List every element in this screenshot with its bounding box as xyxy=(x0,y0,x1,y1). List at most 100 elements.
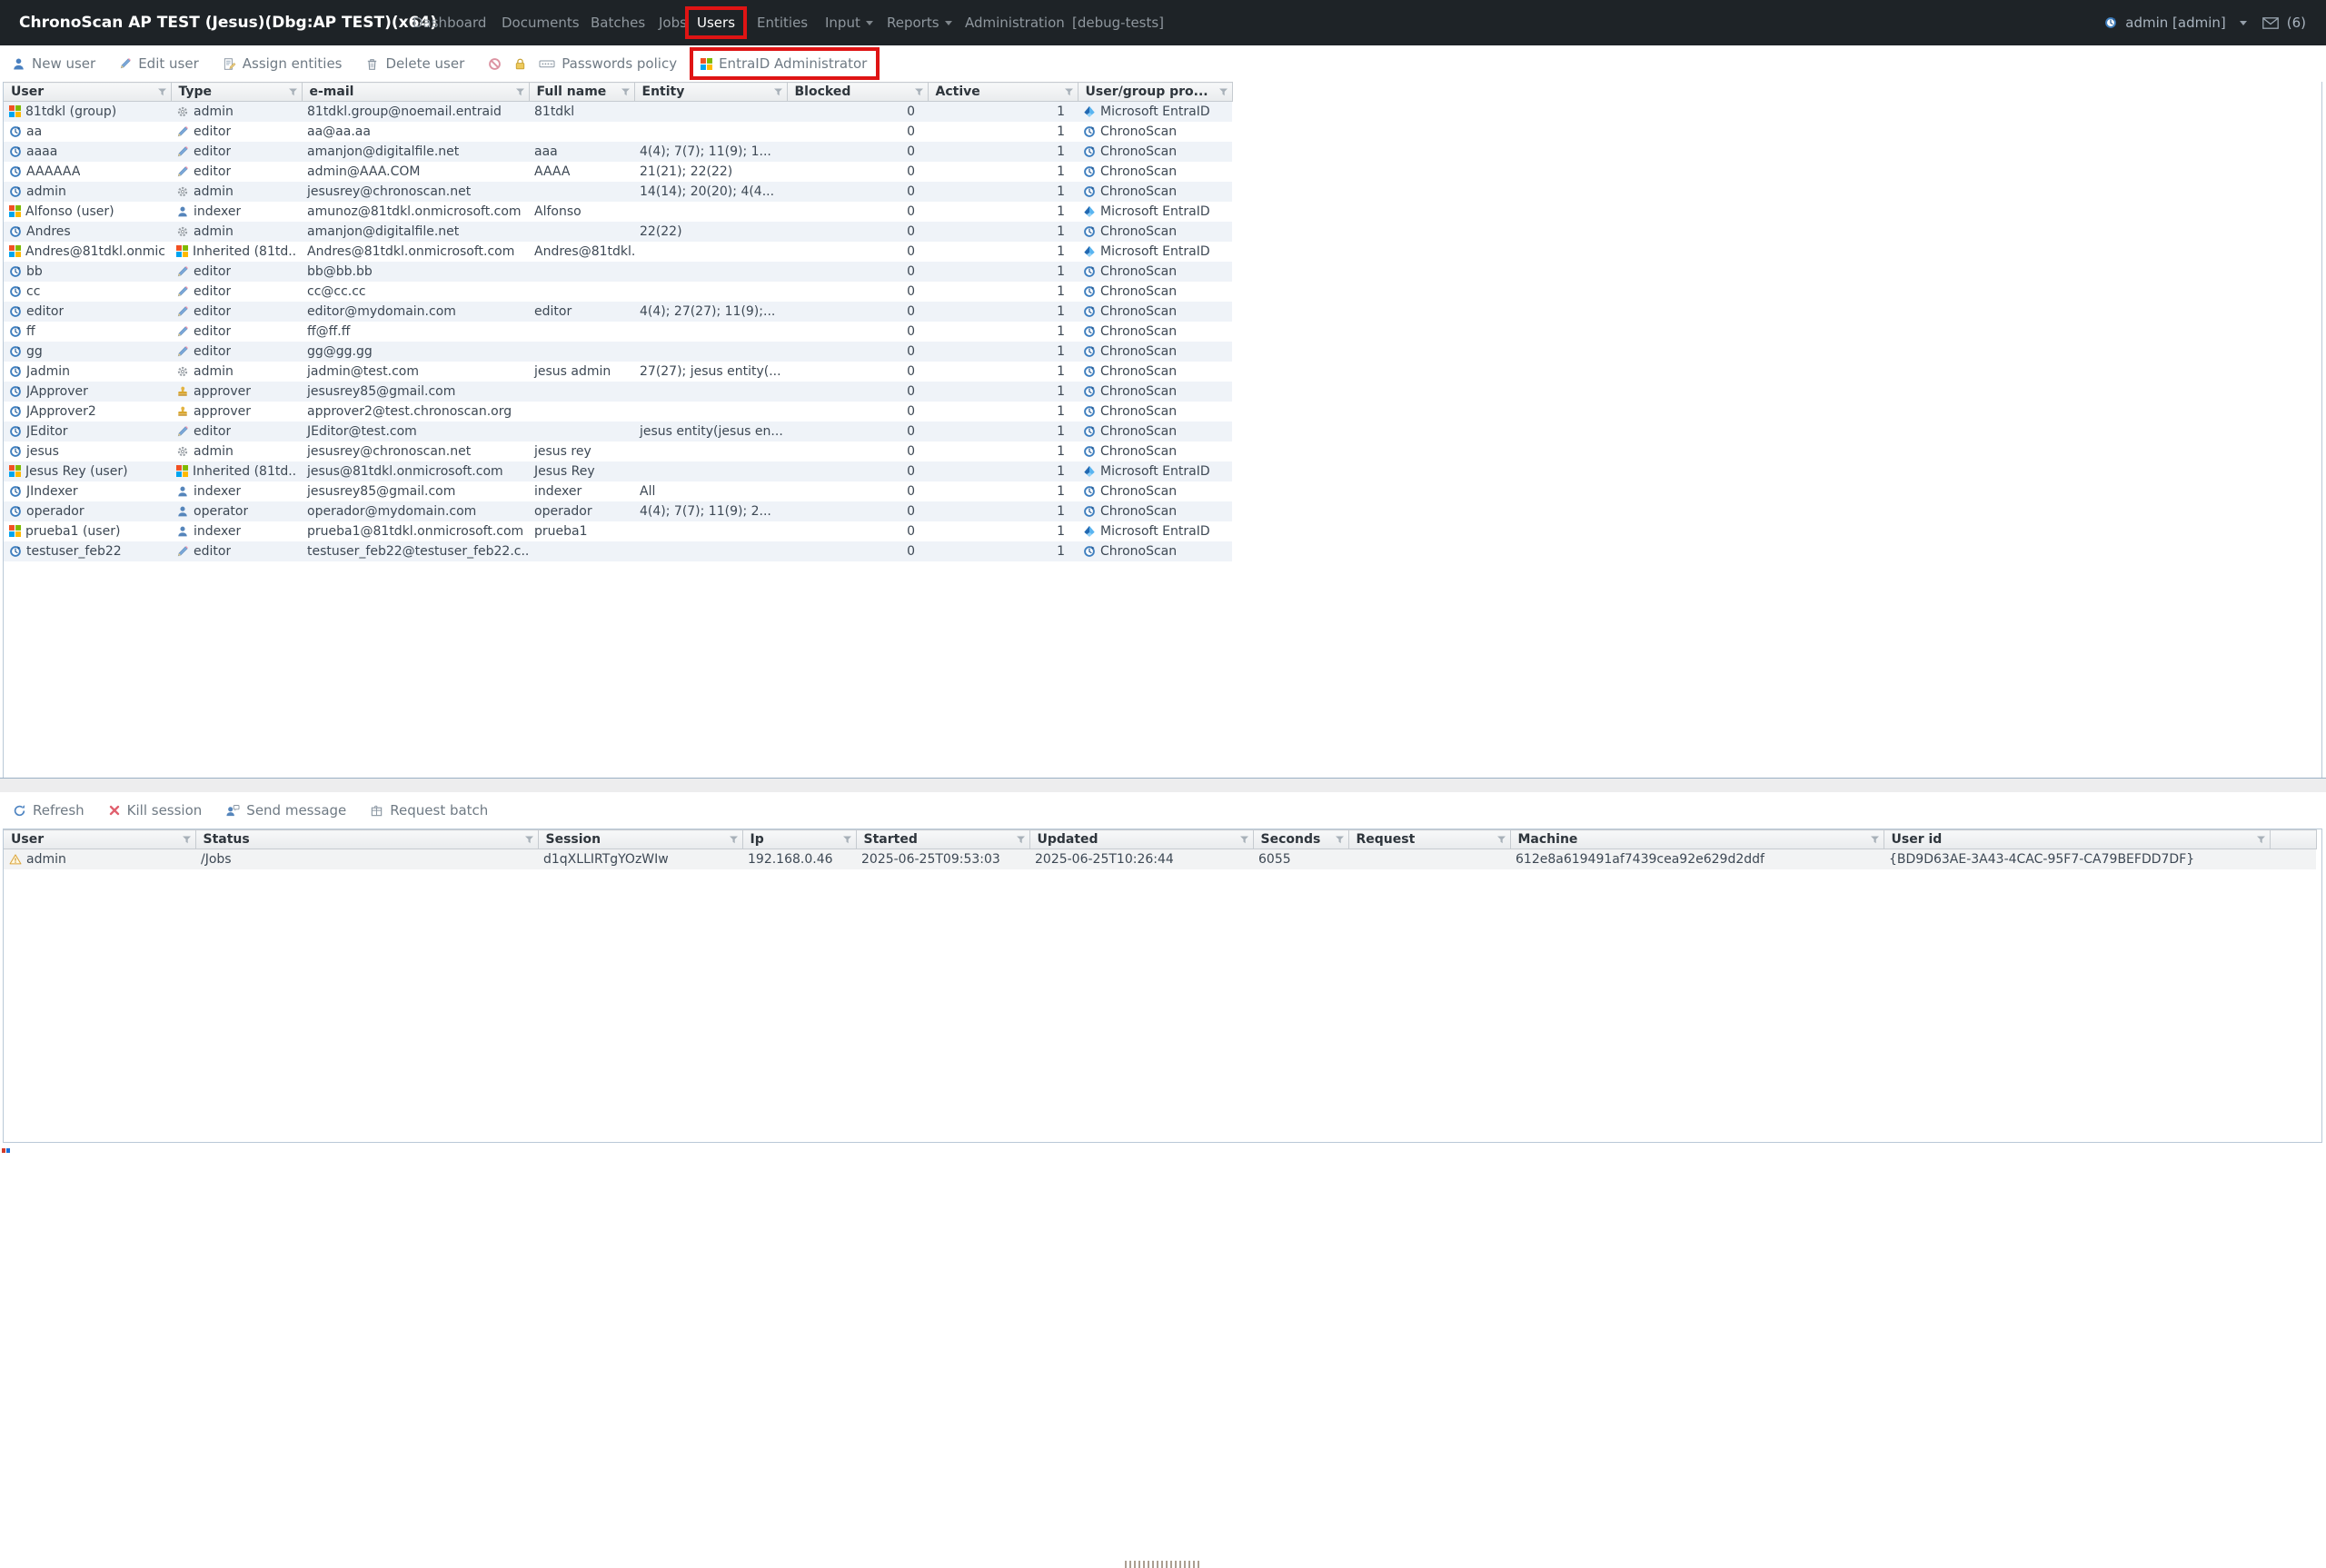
nav-item-reports[interactable]: Reports xyxy=(887,0,952,45)
user-menu[interactable]: admin [admin] xyxy=(2125,15,2225,31)
cs-icon xyxy=(9,345,22,358)
nav-item-entities[interactable]: Entities xyxy=(757,0,808,45)
nav-item-users[interactable]: Users xyxy=(685,0,748,45)
user-row[interactable]: Jesus Rey (user) Inherited (81td... jesus@… xyxy=(4,461,1232,481)
column-header-blocked[interactable]: Blocked xyxy=(787,82,929,102)
user-row[interactable]: testuser_feb22 editor testuser_feb22@testu… xyxy=(4,541,1232,561)
cell: jesusrey85@gmail.com xyxy=(302,381,529,402)
column-header-machine[interactable]: Machine xyxy=(1510,829,1884,849)
column-header-ip[interactable]: Ip xyxy=(742,829,857,849)
block-button[interactable] xyxy=(488,57,502,71)
nav-item-documents[interactable]: Documents xyxy=(502,0,580,45)
column-header-updated[interactable]: Updated xyxy=(1029,829,1254,849)
column-header-status[interactable]: Status xyxy=(195,829,539,849)
new-user-button[interactable]: New user xyxy=(12,55,95,72)
filter-icon[interactable] xyxy=(157,88,167,96)
nav-item-label: Dashboard xyxy=(413,15,487,31)
cell-label: editor xyxy=(194,323,232,339)
column-header-started[interactable]: Started xyxy=(856,829,1030,849)
nav-item-input[interactable]: Input xyxy=(825,0,873,45)
filter-icon[interactable] xyxy=(515,88,525,96)
user-row[interactable]: jesus admin jesusrey@chronoscan.net jesus r… xyxy=(4,442,1232,461)
filter-icon[interactable] xyxy=(2256,836,2266,844)
lock-button[interactable] xyxy=(513,57,527,71)
user-row[interactable]: AAAAAA editor admin@AAA.COM AAAA 21(21); 22(… xyxy=(4,162,1232,182)
kill-session-button[interactable]: Kill session xyxy=(108,802,202,819)
cell xyxy=(529,221,634,242)
filter-icon[interactable] xyxy=(729,836,739,844)
user-row[interactable]: aa editor aa@aa.aa 0 1 ChronoScan xyxy=(4,122,1232,142)
column-header-user[interactable]: User xyxy=(4,82,172,102)
filter-icon[interactable] xyxy=(524,836,534,844)
user-row[interactable]: editor editor editor@mydomain.com editor 4(4… xyxy=(4,301,1232,322)
user-row[interactable]: Jadmin admin jadmin@test.com jesus admin 27(… xyxy=(4,362,1232,382)
user-row[interactable]: cc editor cc@cc.cc 0 1 ChronoScan xyxy=(4,282,1232,302)
passwords-policy-button[interactable]: Passwords policy xyxy=(539,55,677,72)
filter-icon[interactable] xyxy=(1870,836,1880,844)
column-header-type[interactable]: Type xyxy=(171,82,303,102)
filter-icon[interactable] xyxy=(288,88,298,96)
edit-user-button[interactable]: Edit user xyxy=(119,55,199,72)
filter-icon[interactable] xyxy=(1064,88,1074,96)
filter-icon[interactable] xyxy=(914,88,924,96)
cs-icon xyxy=(1083,345,1096,358)
assign-entities-button[interactable]: Assign entities xyxy=(223,55,342,72)
filter-icon[interactable] xyxy=(621,88,631,96)
user-row[interactable]: JIndexer indexer jesusrey85@gmail.com index… xyxy=(4,481,1232,501)
filter-icon[interactable] xyxy=(1218,88,1228,96)
cs-icon xyxy=(9,185,22,198)
nav-item-administration[interactable]: Administration xyxy=(965,0,1065,45)
nav-item-debug-tests[interactable]: [debug-tests] xyxy=(1072,0,1164,45)
filter-icon[interactable] xyxy=(842,836,852,844)
user-row[interactable]: ff editor ff@ff.ff 0 1 ChronoScan xyxy=(4,322,1232,342)
column-header-full-name[interactable]: Full name xyxy=(529,82,635,102)
column-header-seconds[interactable]: Seconds xyxy=(1253,829,1349,849)
user-row[interactable]: JApprover2 approver approver2@test.chronos… xyxy=(4,402,1232,422)
filter-icon[interactable] xyxy=(182,836,192,844)
cell: 0 xyxy=(787,101,928,122)
delete-user-button[interactable]: Delete user xyxy=(365,55,464,72)
user-row[interactable]: 81tdkl (group) admin 81tdkl.group@noemail.… xyxy=(4,101,1232,122)
user-row[interactable]: bb editor bb@bb.bb 0 1 ChronoScan xyxy=(4,261,1232,282)
filter-icon[interactable] xyxy=(1239,836,1249,844)
message-count[interactable]: (6) xyxy=(2287,15,2306,31)
user-row[interactable]: admin admin jesusrey@chronoscan.net 14(14);… xyxy=(4,181,1232,202)
user-row[interactable]: operador operator operador@mydomain.com ope… xyxy=(4,501,1232,521)
session-row[interactable]: admin/Jobs d1qXLLIRTgYOzWIw 192.168.0.46 20… xyxy=(4,849,2316,869)
user-row[interactable]: JEditor editor JEditor@test.com jesus entit… xyxy=(4,421,1232,442)
cell: approver xyxy=(171,381,302,402)
request-batch-button[interactable]: Request batch xyxy=(370,802,488,819)
splitter-handle[interactable] xyxy=(0,779,2326,1568)
column-header-session[interactable]: Session xyxy=(538,829,743,849)
cell-label: approver xyxy=(194,383,252,399)
cell: JApprover xyxy=(4,381,171,402)
filter-icon[interactable] xyxy=(1335,836,1345,844)
envelope-icon[interactable] xyxy=(2261,16,2279,29)
nav-item-jobs[interactable]: Jobs xyxy=(659,0,687,45)
send-message-button[interactable]: Send message xyxy=(225,802,346,819)
nav-item-dashboard[interactable]: Dashboard xyxy=(413,0,486,45)
column-header-active[interactable]: Active xyxy=(928,82,1079,102)
cell: JEditor@test.com xyxy=(302,421,529,442)
column-header-user-id[interactable]: User id xyxy=(1884,829,2271,849)
column-header-user[interactable]: User xyxy=(4,829,196,849)
refresh-button[interactable]: Refresh xyxy=(13,802,84,819)
nav-item-batches[interactable]: Batches xyxy=(591,0,645,45)
chevron-down-icon[interactable] xyxy=(2239,20,2247,25)
column-header-e-mail[interactable]: e-mail xyxy=(302,82,530,102)
user-row[interactable]: Andres admin amanjon@digitalfile.net 22(22)… xyxy=(4,221,1232,242)
user-row[interactable]: Andres@81tdkl.onmic... Inherited (81td...… xyxy=(4,242,1232,262)
column-header-user-group-pro-[interactable]: User/group pro... xyxy=(1078,82,1233,102)
user-row[interactable]: Alfonso (user) indexer amunoz@81tdkl.onmic… xyxy=(4,202,1232,222)
entraid-administrator-button[interactable]: EntraID Administrator xyxy=(690,47,880,80)
type-cell: editor xyxy=(176,264,296,279)
filter-icon[interactable] xyxy=(1016,836,1026,844)
column-header-request[interactable]: Request xyxy=(1348,829,1511,849)
user-row[interactable]: JApprover approver jesusrey85@gmail.com 0 1 C… xyxy=(4,381,1232,402)
user-row[interactable]: gg editor gg@gg.gg 0 1 ChronoScan xyxy=(4,341,1232,362)
user-row[interactable]: aaaa editor amanjon@digitalfile.net aaa 4(4)… xyxy=(4,141,1232,162)
filter-icon[interactable] xyxy=(773,88,783,96)
filter-icon[interactable] xyxy=(1496,836,1506,844)
user-row[interactable]: prueba1 (user) indexer prueba1@81tdkl.onmi… xyxy=(4,521,1232,541)
column-header-entity[interactable]: Entity xyxy=(634,82,788,102)
